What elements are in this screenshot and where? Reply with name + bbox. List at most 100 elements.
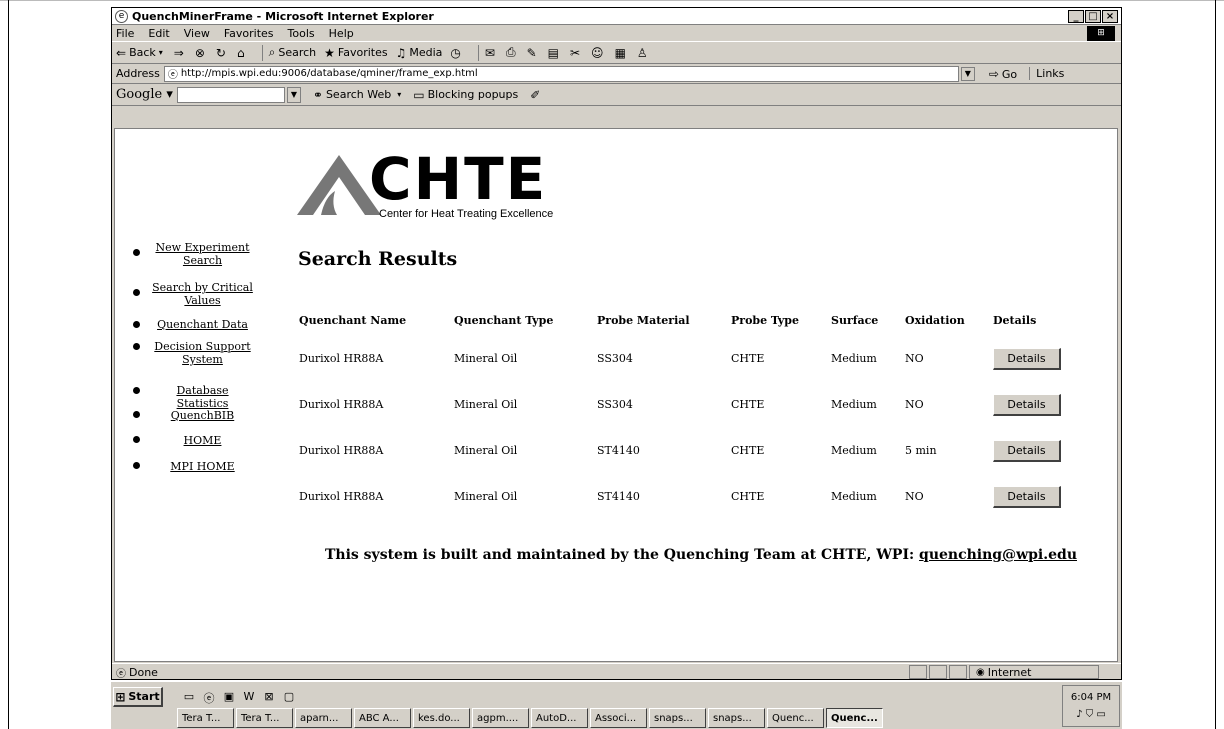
menu-file[interactable]: File: [116, 27, 134, 40]
task-button[interactable]: ABC A...: [354, 708, 411, 728]
google-search-input[interactable]: [176, 86, 285, 103]
discuss-button[interactable]: ▤: [548, 46, 562, 60]
task-button[interactable]: agpm....: [472, 708, 529, 728]
menu-view[interactable]: View: [184, 27, 210, 40]
cell-probe-type: CHTE: [731, 490, 765, 503]
forward-button[interactable]: ⇒: [174, 46, 187, 60]
menu-help[interactable]: Help: [329, 27, 354, 40]
task-button[interactable]: kes.do...: [413, 708, 470, 728]
search-label: Search: [278, 46, 317, 59]
task-button[interactable]: snaps...: [708, 708, 765, 728]
favorites-label: Favorites: [337, 46, 388, 59]
ie-launch-icon[interactable]: ⓔ: [201, 690, 217, 705]
maximize-button[interactable]: □: [1085, 9, 1101, 23]
task-button-active[interactable]: Quenc...: [826, 708, 883, 728]
nav-link-quenchbib[interactable]: QuenchBIB: [150, 409, 255, 422]
nav-link-database-statistics[interactable]: Database Statistics: [150, 384, 255, 410]
clock[interactable]: 6:04 PM: [1063, 692, 1119, 703]
print-button[interactable]: ⎙: [506, 45, 519, 60]
task-button[interactable]: aparn...: [295, 708, 352, 728]
edit-button[interactable]: ✎: [527, 46, 540, 60]
media-button[interactable]: ♫ Media: [396, 46, 443, 60]
taskbar: ⊞ Start ▭ ⓔ ▣ W ⊠ ▢ Tera T... Tera T... …: [111, 681, 1122, 729]
nav-link-search-critical-values[interactable]: Search by Critical Values: [150, 281, 255, 307]
volume-icon[interactable]: ♪: [1076, 709, 1082, 720]
minimize-button[interactable]: _: [1068, 9, 1084, 23]
cell-details: Details: [993, 469, 1063, 515]
quick-launch: ▭ ⓔ ▣ W ⊠ ▢: [181, 690, 301, 705]
google-logo[interactable]: Google ▾: [116, 87, 173, 102]
system-tray: 6:04 PM ♪ ⛉ ▭: [1062, 685, 1120, 727]
task-button[interactable]: Tera T...: [236, 708, 293, 728]
messenger-button[interactable]: ☺: [591, 46, 607, 60]
research-button[interactable]: ✂: [570, 46, 583, 60]
cell-probe-material: SS304: [597, 352, 633, 365]
cell-details: Details: [993, 377, 1063, 423]
history-button[interactable]: ◷: [450, 46, 463, 60]
close-button[interactable]: ×: [1102, 9, 1118, 23]
page-content: CHTE Center for Heat Treating Excellence…: [114, 128, 1118, 662]
network-icon[interactable]: ▭: [1096, 709, 1105, 720]
cell-oxidation: NO: [905, 490, 924, 503]
details-button[interactable]: Details: [993, 486, 1061, 508]
back-button[interactable]: ⇐ Back ▾: [116, 46, 166, 60]
nav-link-decision-support[interactable]: Decision Support System: [150, 340, 255, 366]
address-input[interactable]: ⓔ http://mpis.wpi.edu:9006/database/qmin…: [163, 65, 959, 82]
stop-button[interactable]: ⊗: [195, 46, 208, 60]
menu-tools[interactable]: Tools: [288, 27, 315, 40]
user-button[interactable]: ♙: [637, 46, 651, 60]
links-button[interactable]: Links: [1029, 67, 1064, 80]
excel-launch-icon[interactable]: ⊠: [261, 690, 277, 704]
popup-blocker-button[interactable]: ▭ Blocking popups: [413, 88, 518, 102]
search-web-label: Search Web: [325, 88, 392, 101]
task-button[interactable]: snaps...: [649, 708, 706, 728]
details-button[interactable]: Details: [993, 440, 1061, 462]
cell-surface: Medium: [831, 490, 877, 503]
header-probe-material: Probe Material: [597, 314, 690, 327]
mail-button[interactable]: ✉: [485, 46, 498, 60]
go-button[interactable]: ⇨ Go: [989, 67, 1017, 81]
bullet-icon: [133, 321, 140, 328]
task-button[interactable]: AutoD...: [531, 708, 588, 728]
status-text: Done: [129, 665, 158, 679]
terminal-launch-icon[interactable]: ▣: [221, 690, 237, 704]
footer-note: This system is built and maintained by t…: [325, 547, 1077, 563]
highlight-button[interactable]: ✐: [530, 88, 543, 102]
start-button[interactable]: ⊞ Start: [113, 687, 163, 707]
show-desktop-icon[interactable]: ▭: [181, 690, 197, 704]
window-launch-icon[interactable]: ▢: [281, 690, 297, 704]
nav-link-mpi-home[interactable]: MPI HOME: [150, 460, 255, 473]
word-launch-icon[interactable]: W: [241, 690, 257, 704]
refresh-button[interactable]: ↻: [216, 46, 229, 60]
shield-icon[interactable]: ⛉: [1086, 709, 1094, 720]
chte-logo: CHTE Center for Heat Treating Excellence: [295, 147, 595, 220]
menu-edit[interactable]: Edit: [148, 27, 169, 40]
dropdown-arrow-icon: ▾: [158, 48, 163, 57]
cell-quenchant-type: Mineral Oil: [454, 490, 518, 503]
contact-email-link[interactable]: quenching@wpi.edu: [919, 547, 1077, 563]
cell-quenchant-type: Mineral Oil: [454, 398, 518, 411]
highlighter-icon: ✐: [530, 87, 541, 102]
details-button[interactable]: Details: [993, 394, 1061, 416]
google-dropdown-button[interactable]: ▼: [286, 86, 301, 103]
messenger-icon: ☺: [591, 45, 604, 60]
task-button[interactable]: Associ...: [590, 708, 647, 728]
nav-link-home[interactable]: HOME: [150, 434, 255, 447]
tools-button[interactable]: ▦: [615, 46, 629, 60]
home-button[interactable]: ⌂: [237, 46, 248, 60]
menu-favorites[interactable]: Favorites: [224, 27, 274, 40]
task-button[interactable]: Tera T...: [177, 708, 234, 728]
chte-subtitle: Center for Heat Treating Excellence: [379, 208, 554, 220]
nav-link-new-experiment-search[interactable]: New Experiment Search: [150, 241, 255, 267]
search-button[interactable]: ⌕ Search: [269, 45, 317, 60]
nav-link-quenchant-data[interactable]: Quenchant Data: [150, 318, 255, 331]
favorites-button[interactable]: ★ Favorites: [324, 46, 387, 60]
popup-blocker-icon: ▭: [413, 87, 425, 102]
address-dropdown-button[interactable]: ▼: [960, 66, 975, 81]
back-arrow-icon: ⇐: [116, 45, 127, 60]
header-probe-type: Probe Type: [731, 314, 799, 327]
task-button[interactable]: Quenc...: [767, 708, 824, 728]
details-button[interactable]: Details: [993, 348, 1061, 370]
go-arrow-icon: ⇨: [988, 66, 999, 81]
search-web-button[interactable]: ⚭ Search Web ▾: [313, 88, 401, 102]
